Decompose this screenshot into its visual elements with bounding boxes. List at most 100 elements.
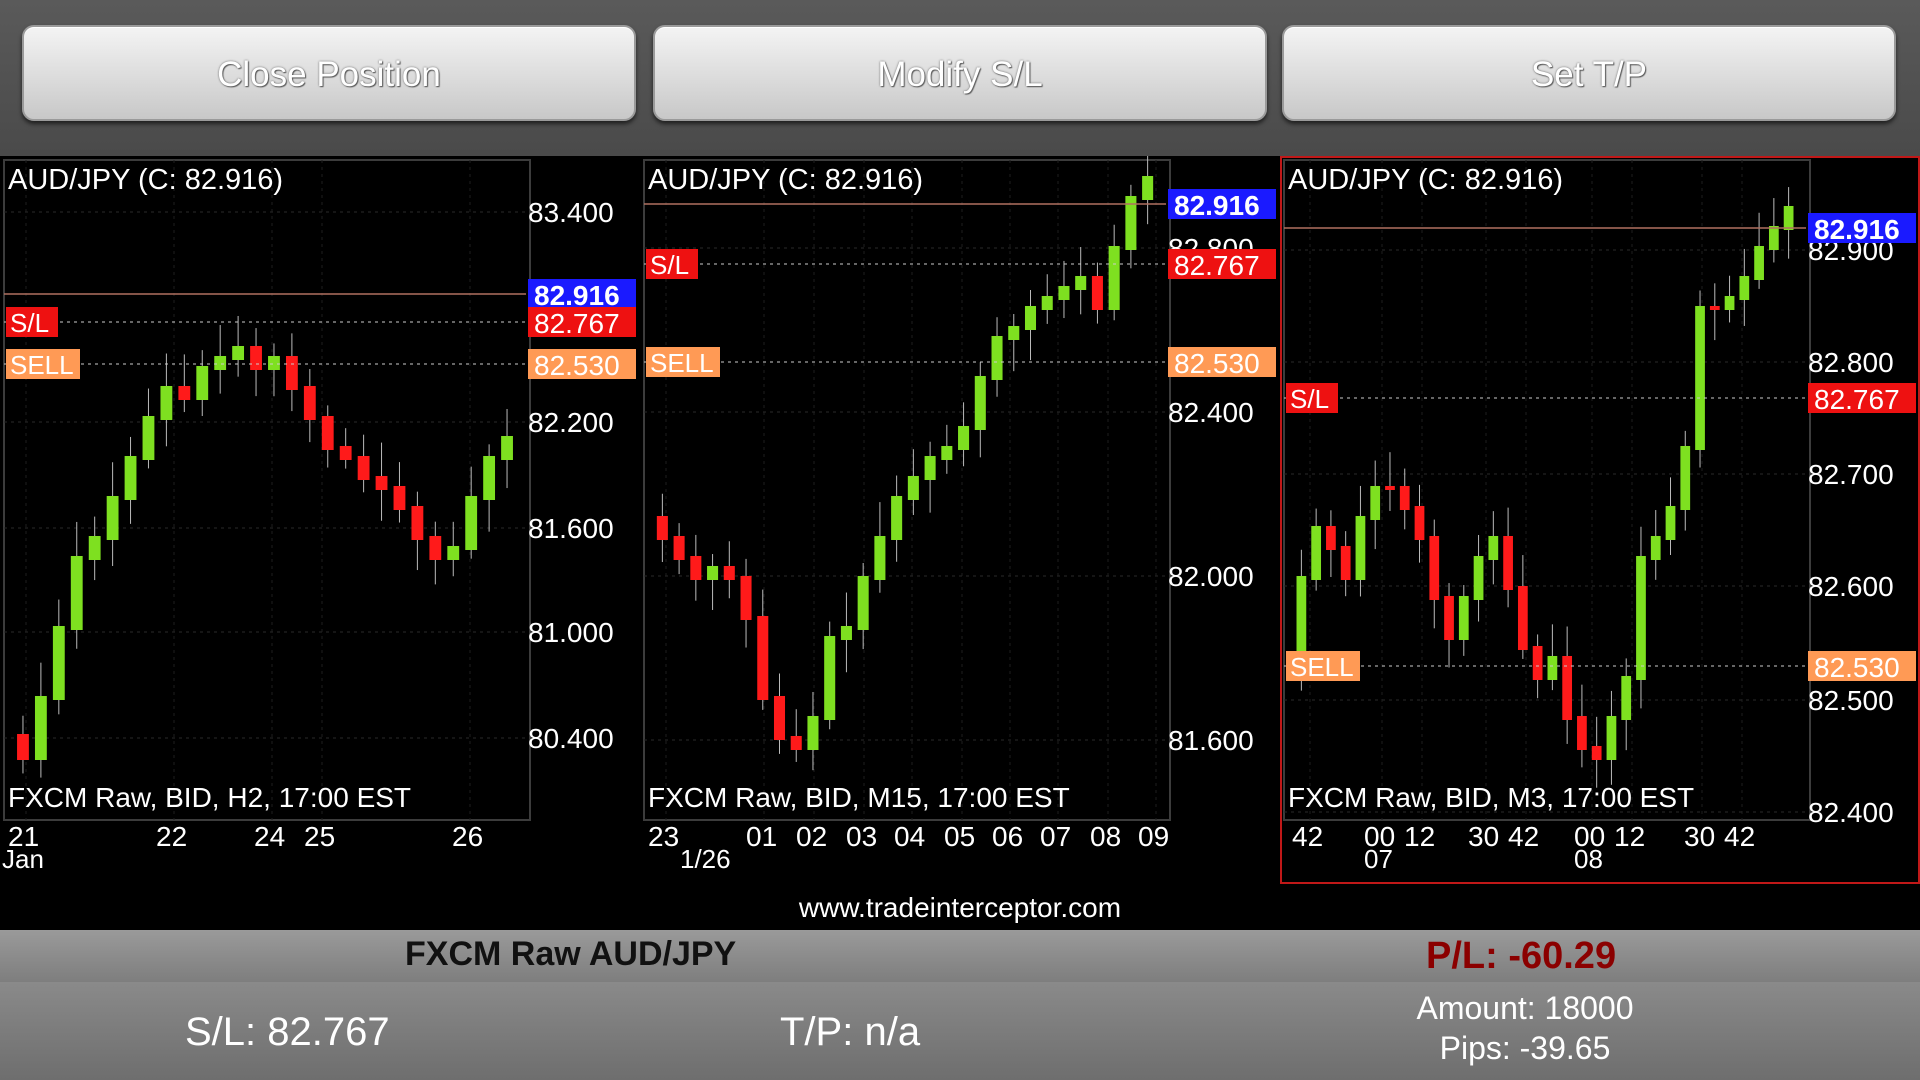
bullish-candle [891, 496, 903, 540]
time-tick-label: 30 [1468, 821, 1499, 852]
time-tick-label: 42 [1724, 821, 1755, 852]
price-tick-label: 82.600 [1808, 571, 1894, 602]
bearish-candle [303, 386, 316, 420]
bearish-candle [1591, 746, 1602, 760]
price-tick-label: 82.400 [1168, 397, 1254, 428]
stop-loss-value: S/L: 82.767 [185, 1010, 390, 1054]
amount-pips: Amount: 18000 Pips: -39.65 [1300, 988, 1750, 1068]
price-tick-label: 81.000 [528, 617, 614, 648]
time-tick-label: 42 [1292, 821, 1323, 852]
price-tick-label: 80.400 [528, 723, 614, 754]
bullish-candle [1458, 596, 1469, 640]
bullish-candle [1695, 306, 1705, 450]
bullish-candle [874, 536, 886, 580]
bearish-candle [1399, 486, 1410, 510]
sl-tag-label: S/L [1290, 384, 1329, 414]
bullish-candle [1606, 716, 1617, 760]
bullish-candle [1108, 246, 1120, 310]
time-tick-label: 24 [254, 821, 285, 852]
chart-canvas[interactable]: 82.90082.80082.70082.60082.50082.40082.9… [1280, 156, 1920, 886]
bullish-candle [1768, 226, 1779, 250]
bearish-candle [790, 736, 802, 750]
time-tick-label: 01 [746, 821, 777, 852]
profit-loss: P/L: -60.29 [1426, 935, 1617, 977]
bullish-candle [1008, 326, 1020, 340]
current-price-label: 82.916 [1174, 190, 1260, 221]
bullish-candle [941, 446, 953, 460]
time-tick-label: 02 [796, 821, 827, 852]
current-price-label: 82.916 [1814, 214, 1900, 245]
bearish-candle [1429, 536, 1440, 600]
time-sub-label: 08 [1574, 844, 1603, 874]
bullish-candle [1142, 176, 1154, 200]
price-tick-label: 82.000 [1168, 561, 1254, 592]
time-tick-label: 06 [992, 821, 1023, 852]
bearish-candle [1444, 596, 1454, 640]
bullish-candle [465, 496, 478, 550]
time-tick-label: 12 [1404, 821, 1435, 852]
time-tick-label: 07 [1040, 821, 1071, 852]
bearish-candle [429, 536, 442, 560]
bearish-candle [250, 346, 262, 370]
plot-frame [3, 159, 531, 821]
bearish-candle [1385, 486, 1395, 490]
amount-value: Amount: 18000 [1416, 990, 1634, 1026]
bearish-candle [740, 576, 752, 620]
time-tick-label: 04 [894, 821, 925, 852]
bearish-candle [17, 734, 29, 760]
bullish-candle [1547, 656, 1558, 680]
bearish-candle [178, 386, 191, 400]
plot-frame [643, 159, 1171, 821]
price-tick-label: 83.400 [528, 197, 614, 228]
take-profit-value: T/P: n/a [780, 1010, 921, 1054]
time-tick-label: 25 [304, 821, 335, 852]
bearish-candle [1326, 526, 1336, 550]
price-tick-label: 82.700 [1808, 459, 1894, 490]
sl-price-label: 82.767 [1814, 384, 1900, 415]
bullish-candle [160, 386, 173, 420]
bearish-candle [723, 566, 735, 580]
time-tick-label: 09 [1138, 821, 1169, 852]
chart-panel-h2[interactable]: 83.400 82.200 81.600 81.000 80.400 82.916 S/L 8… [0, 156, 640, 886]
bearish-candle [690, 556, 702, 580]
website-url[interactable]: www.tradeinterceptor.com [0, 892, 1920, 924]
bullish-candle [824, 636, 836, 720]
bullish-candle [501, 436, 513, 460]
chart-title: AUD/JPY (C: 82.916) [648, 164, 924, 196]
sell-tag-label: SELL [1290, 652, 1354, 682]
bullish-candle [1355, 516, 1366, 580]
bullish-candle [1665, 506, 1676, 540]
close-position-button[interactable]: Close Position [22, 25, 636, 121]
bearish-candle [411, 506, 424, 540]
bearish-candle [773, 696, 786, 740]
price-tick-label: 81.600 [1168, 725, 1254, 756]
bearish-candle [321, 416, 334, 450]
price-tick-label: 82.400 [1808, 797, 1894, 828]
bullish-candle [483, 456, 496, 500]
sl-tag-label: S/L [650, 250, 689, 280]
position-details: S/L: 82.767 T/P: n/a Amount: 18000 Pips:… [0, 982, 1920, 1080]
bearish-candle [357, 456, 370, 480]
time-tick-label: 12 [1614, 821, 1645, 852]
bullish-candle [907, 476, 919, 500]
chart-canvas[interactable]: 82.80082.40082.00081.60082.916S/L 82.767S… [640, 156, 1280, 886]
chart-footer: FXCM Raw, BID, H2, 17:00 EST [8, 782, 412, 813]
chart-panel-m15[interactable]: 82.800 82.400 82.000 81.600 82.916 S/L 82.767 S… [640, 156, 1280, 886]
bearish-candle [1577, 716, 1587, 750]
set-tp-button[interactable]: Set T/P [1282, 25, 1896, 121]
modify-sl-button[interactable]: Modify S/L [653, 25, 1267, 121]
bullish-candle [1473, 556, 1484, 600]
bullish-candle [268, 356, 280, 370]
chart-canvas[interactable]: 83.400 82.200 81.600 81.000 80.400 82.916 S/L 8… [0, 156, 640, 886]
price-tick-label: 82.200 [528, 407, 614, 438]
bullish-candle [1636, 556, 1646, 680]
bullish-candle [974, 376, 986, 430]
bullish-candle [447, 546, 460, 560]
time-sub-label: 07 [1364, 844, 1393, 874]
bullish-candle [88, 536, 101, 560]
bullish-candle [857, 576, 869, 630]
chart-panel-m3[interactable]: 82.900 82.800 82.700 82.600 82.500 82.400 82.9… [1280, 156, 1920, 886]
bullish-candle [1754, 246, 1764, 280]
time-tick-label: 30 [1684, 821, 1715, 852]
bullish-candle [34, 696, 47, 760]
